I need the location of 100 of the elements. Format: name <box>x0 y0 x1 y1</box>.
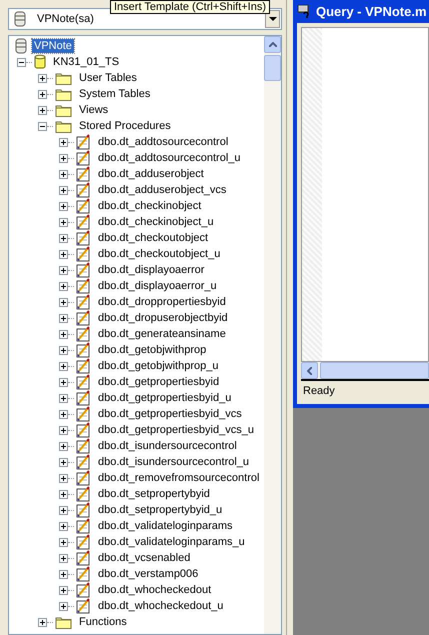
tree-item[interactable]: dbo.dt_checkoutobject <box>96 231 210 245</box>
scrollbar-thumb[interactable] <box>264 55 281 81</box>
folder-icon <box>55 119 72 133</box>
expand-icon[interactable] <box>59 538 68 546</box>
expand-icon[interactable] <box>59 362 68 370</box>
tree-item[interactable]: dbo.dt_removefromsourcecontrol <box>96 471 262 485</box>
tree-item[interactable]: dbo.dt_isundersourcecontrol <box>96 439 239 453</box>
tree-item[interactable]: dbo.dt_checkoutobject_u <box>96 247 222 261</box>
tree-item[interactable]: dbo.dt_droppropertiesbyid <box>96 295 228 309</box>
stored-procedure-icon <box>76 598 91 614</box>
horizontal-scrollbar[interactable] <box>301 362 429 379</box>
expand-icon[interactable] <box>38 618 47 626</box>
tree-item[interactable]: dbo.dt_checkinobject <box>96 199 204 213</box>
tree-item[interactable]: dbo.dt_addtosourcecontrol_u <box>96 151 242 165</box>
expand-icon[interactable] <box>59 506 68 514</box>
chevron-left-icon <box>307 366 312 374</box>
tree-item[interactable]: dbo.dt_getpropertiesbyid_vcs <box>96 407 244 421</box>
expand-icon[interactable] <box>59 346 68 354</box>
tree-item[interactable]: System Tables <box>77 87 152 101</box>
tree-item[interactable]: dbo.dt_whocheckedout_u <box>96 599 226 613</box>
tree-item[interactable]: KN31_01_TS <box>51 55 122 69</box>
dropdown-button[interactable] <box>265 10 280 28</box>
stored-procedure-icon <box>76 374 91 390</box>
tree-item[interactable]: Functions <box>77 615 129 629</box>
stored-procedure-icon <box>76 422 91 438</box>
tree-item[interactable]: dbo.dt_adduserobject <box>96 167 206 181</box>
tree-item[interactable]: dbo.dt_addtosourcecontrol <box>96 135 230 149</box>
tree-item[interactable]: VPNote <box>32 39 74 53</box>
expand-icon[interactable] <box>59 154 68 162</box>
expand-icon[interactable] <box>59 234 68 242</box>
stored-procedure-icon <box>76 278 91 294</box>
tooltip: Insert Template (Ctrl+Shift+Ins) <box>110 0 270 14</box>
tree-item[interactable]: dbo.dt_generateansiname <box>96 327 228 341</box>
expand-icon[interactable] <box>59 586 68 594</box>
scroll-left-button[interactable] <box>301 362 318 379</box>
expand-icon[interactable] <box>59 570 68 578</box>
stored-procedure-icon <box>76 486 91 502</box>
expand-icon[interactable] <box>59 330 68 338</box>
collapse-icon[interactable] <box>17 58 26 66</box>
scroll-up-button[interactable] <box>264 36 281 53</box>
expand-icon[interactable] <box>59 522 68 530</box>
expand-icon[interactable] <box>59 250 68 258</box>
expand-icon[interactable] <box>59 442 68 450</box>
expand-icon[interactable] <box>59 378 68 386</box>
tree-item[interactable]: dbo.dt_checkinobject_u <box>96 215 216 229</box>
tree-item[interactable]: dbo.dt_whocheckedout <box>96 583 214 597</box>
tree-item[interactable]: Stored Procedures <box>77 119 173 133</box>
stored-procedure-icon <box>76 198 91 214</box>
tree-item[interactable]: dbo.dt_getpropertiesbyid_u <box>96 391 234 405</box>
stored-procedure-icon <box>76 518 91 534</box>
tree-item[interactable]: dbo.dt_dropuserobjectbyid <box>96 311 230 325</box>
expand-icon[interactable] <box>38 106 47 114</box>
server-icon <box>14 11 26 27</box>
expand-icon[interactable] <box>59 138 68 146</box>
expand-icon[interactable] <box>59 170 68 178</box>
tree-item[interactable]: dbo.dt_verstamp006 <box>96 567 200 581</box>
collapse-icon[interactable] <box>38 122 47 130</box>
tree-item[interactable]: dbo.dt_getpropertiesbyid <box>96 375 222 389</box>
stored-procedure-icon <box>76 342 91 358</box>
expand-icon[interactable] <box>59 602 68 610</box>
expand-icon[interactable] <box>59 490 68 498</box>
expand-icon[interactable] <box>59 218 68 226</box>
stored-procedure-icon <box>76 358 91 374</box>
caret-icon <box>268 16 276 22</box>
expand-icon[interactable] <box>38 90 47 98</box>
stored-procedure-icon <box>76 214 91 230</box>
tree-item[interactable]: User Tables <box>77 71 139 85</box>
expand-icon[interactable] <box>59 554 68 562</box>
expand-icon[interactable] <box>59 426 68 434</box>
tree-item[interactable]: dbo.dt_vcsenabled <box>96 551 192 565</box>
expand-icon[interactable] <box>59 458 68 466</box>
server-icon <box>15 38 27 54</box>
tree-item[interactable]: dbo.dt_adduserobject_vcs <box>96 183 228 197</box>
expand-icon[interactable] <box>59 266 68 274</box>
expand-icon[interactable] <box>59 202 68 210</box>
tree-item[interactable]: dbo.dt_getobjwithprop_u <box>96 359 220 373</box>
tree-item[interactable]: dbo.dt_setpropertybyid_u <box>96 503 224 517</box>
stored-procedure-icon <box>76 566 91 582</box>
tree-item[interactable]: dbo.dt_isundersourcecontrol_u <box>96 455 252 469</box>
tree-item[interactable]: dbo.dt_getobjwithprop <box>96 343 208 357</box>
query-editor[interactable] <box>301 27 429 362</box>
tree-item[interactable]: Views <box>77 103 110 117</box>
tree-item[interactable]: dbo.dt_getpropertiesbyid_vcs_u <box>96 423 256 437</box>
expand-icon[interactable] <box>59 282 68 290</box>
tree-item[interactable]: dbo.dt_displayoaerror <box>96 263 206 277</box>
expand-icon[interactable] <box>59 394 68 402</box>
tree-item[interactable]: dbo.dt_validateloginparams <box>96 519 235 533</box>
expand-icon[interactable] <box>59 410 68 418</box>
vertical-scrollbar[interactable] <box>264 36 281 634</box>
expand-icon[interactable] <box>59 298 68 306</box>
expand-icon[interactable] <box>59 186 68 194</box>
expand-icon[interactable] <box>59 474 68 482</box>
window-title: Query - VPNote.m <box>316 4 427 19</box>
tree-item[interactable]: dbo.dt_displayoaerror_u <box>96 279 219 293</box>
tree-item[interactable]: dbo.dt_validateloginparams_u <box>96 535 247 549</box>
tree-item[interactable]: dbo.dt_setpropertybyid <box>96 487 212 501</box>
expand-icon[interactable] <box>38 74 47 82</box>
stored-procedure-icon <box>76 262 91 278</box>
expand-icon[interactable] <box>59 314 68 322</box>
stored-procedure-icon <box>76 326 91 342</box>
